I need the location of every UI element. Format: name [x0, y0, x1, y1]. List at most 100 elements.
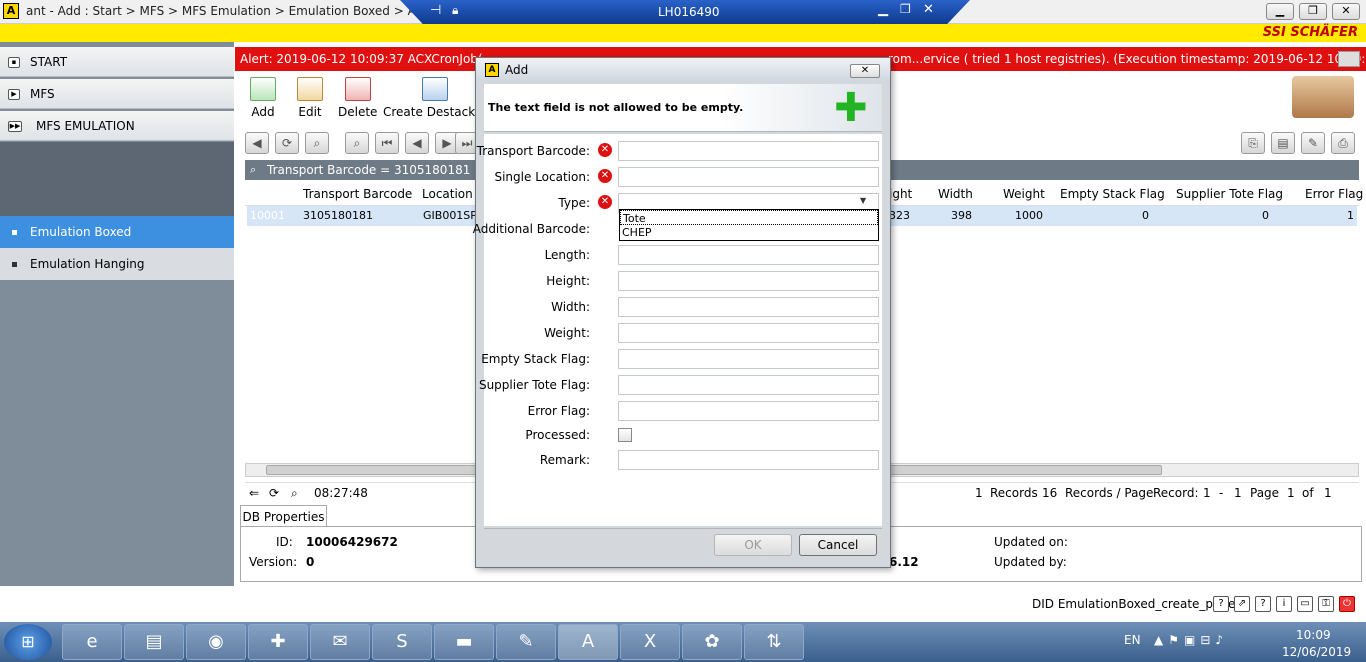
processed-checkbox[interactable]	[618, 428, 632, 442]
minimize-button[interactable]: ▁	[1266, 3, 1294, 20]
column-header[interactable]: Empty Stack Flag	[1060, 187, 1165, 201]
advanced-search-icon[interactable]: ⌕	[345, 132, 369, 154]
create-destacker-button[interactable]: Create Destacker	[383, 77, 487, 119]
column-header[interactable]: Weight	[1003, 187, 1045, 201]
search-icon[interactable]: ⌕	[305, 132, 329, 154]
back-small-icon[interactable]: ⇐	[249, 483, 259, 503]
type-dropdown-list: Tote CHEP	[619, 209, 879, 241]
row-id-cell: 10001	[250, 209, 285, 222]
fast-forward-icon: ▶▶	[8, 121, 22, 132]
record-separator: -	[1219, 486, 1224, 500]
error-flag-input[interactable]	[618, 401, 879, 421]
add-button[interactable]: Add	[250, 77, 276, 119]
add-button-label: Add	[251, 105, 275, 119]
language-indicator[interactable]: EN	[1124, 633, 1141, 647]
dialog-close-button[interactable]: ✕	[850, 64, 880, 78]
app-taskbar-icon[interactable]: A	[558, 624, 618, 660]
skype-icon[interactable]: S	[372, 624, 432, 660]
single-location-input[interactable]	[618, 167, 879, 187]
help-context-icon[interactable]: ?	[1255, 596, 1271, 612]
refresh-icon[interactable]: ⟳	[275, 132, 299, 154]
previous-page-icon[interactable]: ◀	[405, 132, 429, 154]
excel-icon[interactable]: X	[620, 624, 680, 660]
sidebar-item-mfs[interactable]: ▶ MFS	[0, 79, 234, 109]
dropdown-option-chep[interactable]: CHEP	[620, 225, 878, 240]
rdp-minimize-button[interactable]: ▁	[878, 2, 888, 17]
sidebar-item-emulation-boxed[interactable]: Emulation Boxed	[0, 216, 234, 248]
network-icon[interactable]: ⇅	[744, 624, 804, 660]
paint-icon[interactable]: ✿	[682, 624, 742, 660]
teamviewer-icon[interactable]: ✚	[248, 624, 308, 660]
length-input[interactable]	[618, 245, 879, 265]
info-icon[interactable]: i	[1276, 596, 1292, 612]
sidebar-item-emulation-hanging[interactable]: Emulation Hanging	[0, 248, 234, 280]
brand-bar: SSI SCHÄFER	[0, 24, 1366, 42]
updated-on-label: Updated on:	[994, 535, 1068, 549]
power-icon[interactable]: ⏻	[1339, 596, 1355, 612]
search-small-icon[interactable]: ⌕	[291, 483, 298, 503]
ok-button[interactable]: OK	[714, 534, 792, 556]
back-icon[interactable]: ◀	[245, 132, 269, 154]
help-icon[interactable]: ?	[1213, 596, 1229, 612]
error-icon: ✕	[598, 169, 612, 183]
width-label: Width:	[551, 300, 590, 314]
tools-icon[interactable]: ✎	[1301, 132, 1325, 154]
notepad-plus-icon[interactable]: ✎	[496, 624, 556, 660]
file-explorer-icon[interactable]: ▤	[124, 624, 184, 660]
refresh-small-icon[interactable]: ⟳	[269, 483, 279, 503]
cancel-button[interactable]: Cancel	[799, 534, 877, 556]
filter-search-icon: ⌕	[250, 163, 257, 176]
column-header[interactable]: Transport Barcode	[303, 187, 412, 201]
edit-button[interactable]: Edit	[297, 77, 323, 119]
weight-input[interactable]	[618, 323, 879, 343]
clock-time[interactable]: 10:09	[1296, 628, 1331, 642]
add-icon	[250, 77, 276, 101]
export-icon[interactable]: ⎘	[1241, 132, 1265, 154]
lock-icon[interactable]: 🔒︎	[452, 3, 458, 18]
delete-button[interactable]: Delete	[338, 77, 377, 119]
edit-button-label: Edit	[298, 105, 322, 119]
edit-icon	[297, 77, 323, 101]
chevron-down-icon[interactable]: ▼	[860, 196, 866, 205]
rdp-restore-button[interactable]: ❐	[900, 2, 911, 16]
maximize-button[interactable]: ❐	[1299, 3, 1327, 20]
clock-date[interactable]: 12/06/2019	[1282, 645, 1351, 659]
system-tray-icons[interactable]: ▲⚑▣⊟♪	[1154, 633, 1228, 647]
remark-input[interactable]	[618, 450, 879, 470]
command-prompt-icon[interactable]: ▬	[434, 624, 494, 660]
key-icon[interactable]: ⚿	[1318, 596, 1334, 612]
dropdown-option-tote[interactable]: Tote	[620, 210, 878, 225]
records-count: 1	[975, 486, 983, 500]
column-header[interactable]: Error Flag	[1305, 187, 1363, 201]
chrome-icon[interactable]: ◉	[186, 624, 246, 660]
sidebar-item-label: START	[30, 55, 68, 69]
close-button[interactable]: ✕	[1332, 3, 1360, 20]
column-header[interactable]: Location	[422, 187, 473, 201]
validation-message: The text field is not allowed to be empt…	[488, 101, 744, 114]
internet-explorer-icon[interactable]: e	[62, 624, 122, 660]
tab-db-properties[interactable]: DB Properties	[240, 505, 327, 527]
start-button[interactable]: ⊞	[4, 624, 52, 660]
filter-text: Transport Barcode = 3105180181	[267, 163, 471, 177]
first-page-icon[interactable]: ⏮	[375, 132, 399, 154]
print-icon[interactable]: ⎙	[1331, 132, 1355, 154]
rdp-close-button[interactable]: ✕	[923, 2, 934, 17]
width-input[interactable]	[618, 297, 879, 317]
notes-icon[interactable]: ✉	[310, 624, 370, 660]
empty-stack-flag-input[interactable]	[618, 349, 879, 369]
transport-barcode-input[interactable]	[618, 141, 879, 161]
supplier-tote-flag-input[interactable]	[618, 375, 879, 395]
layout-icon[interactable]: ▤	[1271, 132, 1295, 154]
alert-dismiss-button[interactable]	[1338, 51, 1360, 67]
column-header[interactable]: Width	[938, 187, 973, 201]
sidebar-item-mfs-emulation[interactable]: ▶▶ MFS EMULATION	[0, 111, 234, 141]
external-link-icon[interactable]: ⇗	[1234, 596, 1250, 612]
remote-desktop-bar: ⊣ 🔒︎ LH016490 ▁ ❐ ✕	[400, 0, 970, 24]
create-destacker-label: Create Destacker	[383, 105, 488, 119]
window-icon[interactable]: ▭	[1297, 596, 1313, 612]
sidebar-item-start[interactable]: ▪ START	[0, 47, 234, 77]
height-input[interactable]	[618, 271, 879, 291]
pin-icon[interactable]: ⊣	[430, 3, 441, 18]
column-header[interactable]: ight	[889, 187, 912, 201]
column-header[interactable]: Supplier Tote Flag	[1176, 187, 1283, 201]
